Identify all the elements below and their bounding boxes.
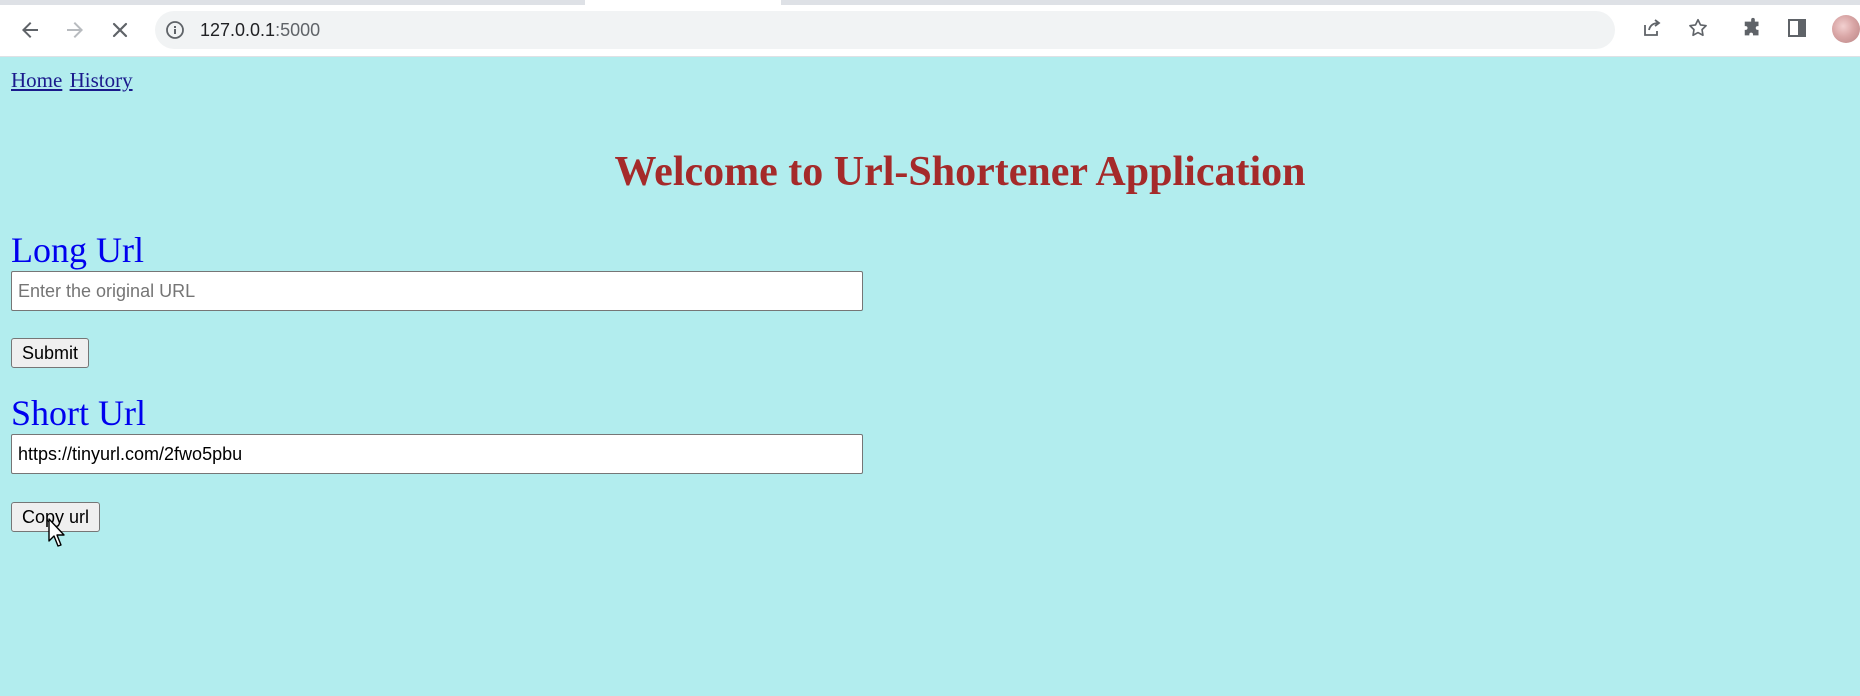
tab-strip bbox=[0, 0, 1860, 5]
share-icon bbox=[1644, 19, 1661, 36]
stop-loading-button[interactable] bbox=[102, 12, 138, 48]
copy-url-button[interactable]: Copy url bbox=[11, 502, 101, 532]
url-port: :5000 bbox=[275, 20, 321, 40]
back-arrow-icon bbox=[22, 22, 38, 38]
short-url-label: Short Url bbox=[11, 393, 146, 433]
side-panel-button[interactable] bbox=[1784, 15, 1810, 41]
extensions-puzzle-icon bbox=[1744, 17, 1759, 36]
address-bar[interactable]: 127.0.0.1:5000 bbox=[155, 11, 1615, 49]
home-link[interactable]: Home bbox=[11, 68, 62, 92]
short-url-input[interactable] bbox=[11, 434, 863, 474]
url-host: 127.0.0.1 bbox=[200, 20, 276, 40]
info-icon[interactable] bbox=[165, 20, 185, 40]
long-url-input[interactable] bbox=[11, 271, 863, 311]
active-tab[interactable] bbox=[585, 0, 781, 5]
url-text: 127.0.0.1:5000 bbox=[200, 20, 320, 40]
history-link[interactable]: History bbox=[70, 68, 133, 92]
forward-button[interactable] bbox=[57, 12, 93, 48]
star-icon bbox=[1689, 18, 1707, 37]
profile-avatar[interactable] bbox=[1832, 15, 1860, 43]
extensions-button[interactable] bbox=[1740, 15, 1766, 41]
top-nav: Home History bbox=[11, 68, 135, 93]
long-url-label: Long Url bbox=[11, 230, 144, 270]
share-button[interactable] bbox=[1639, 15, 1665, 41]
forward-arrow-icon bbox=[67, 22, 83, 38]
bookmark-star-button[interactable] bbox=[1685, 15, 1711, 41]
submit-button[interactable]: Submit bbox=[11, 338, 90, 368]
page-title: Welcome to Url-Shortener Application bbox=[614, 149, 1306, 195]
browser-toolbar: 127.0.0.1:5000 bbox=[0, 0, 1860, 57]
back-button[interactable] bbox=[12, 12, 48, 48]
side-panel-icon bbox=[1788, 19, 1806, 37]
stop-loading-icon bbox=[112, 22, 128, 38]
